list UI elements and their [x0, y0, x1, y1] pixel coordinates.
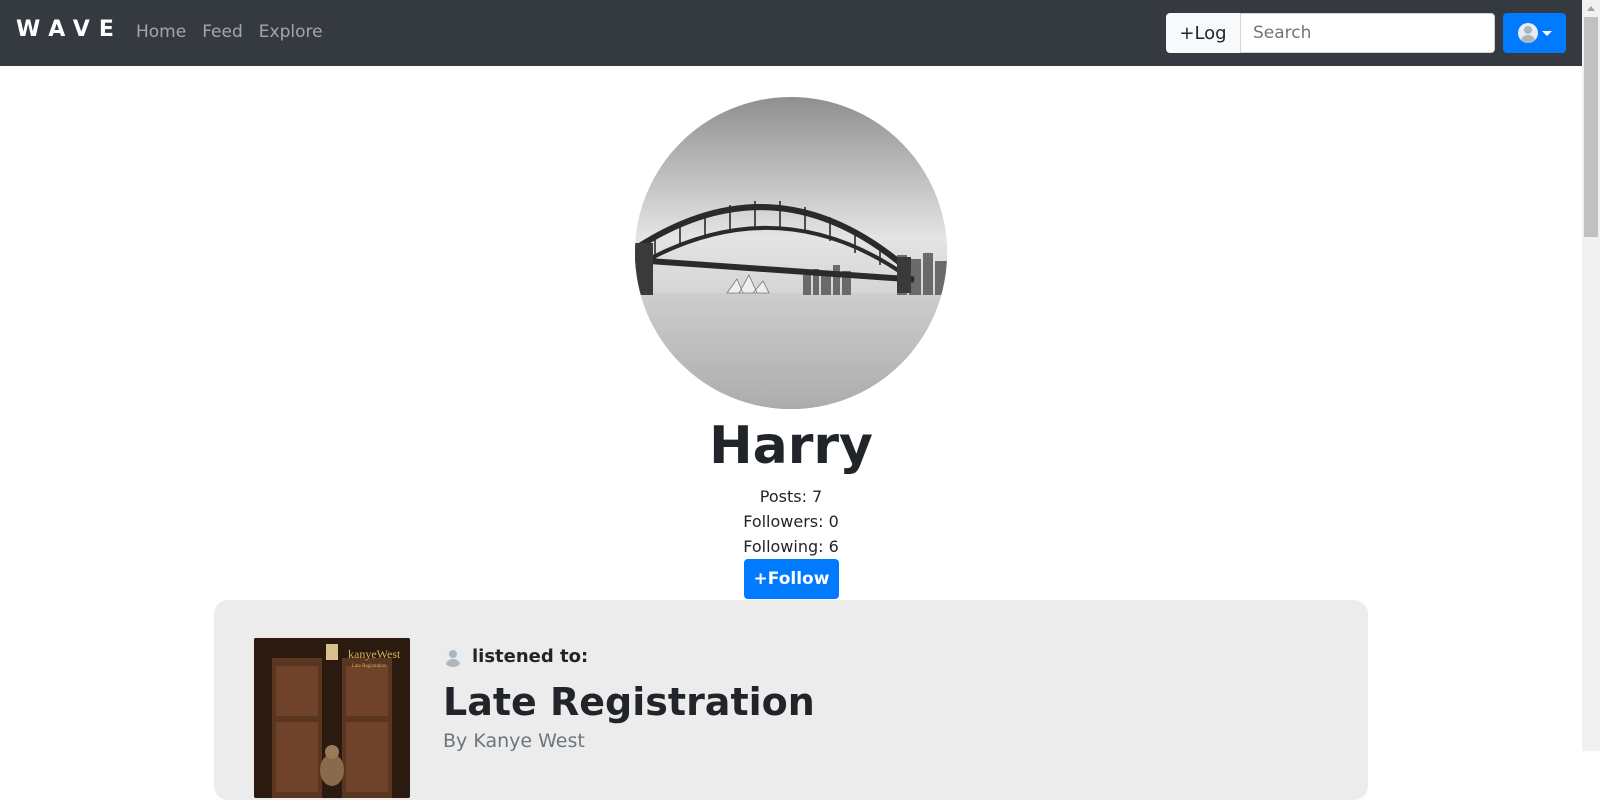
following-count: Following: 6 [743, 537, 839, 556]
brand-logo[interactable]: WAVE [16, 17, 123, 42]
nav-link-home[interactable]: Home [136, 22, 186, 42]
chevron-down-icon [1541, 30, 1552, 36]
user-avatar-icon [1517, 23, 1538, 43]
scroll-up-arrow-icon[interactable] [1587, 6, 1595, 11]
follow-button[interactable]: +Follow [744, 559, 839, 599]
album-cover[interactable]: kanyeWest Late Registration [254, 638, 410, 798]
album-cover-art: kanyeWest Late Registration [254, 638, 410, 798]
post-action-text: listened to: [472, 646, 589, 667]
search-input[interactable] [1240, 13, 1495, 53]
profile-avatar [635, 97, 947, 409]
followers-count: Followers: 0 [743, 512, 839, 531]
album-title[interactable]: Late Registration [443, 680, 815, 724]
log-button[interactable]: +Log [1166, 13, 1240, 53]
poster-avatar-icon[interactable] [443, 647, 463, 667]
nav-link-explore[interactable]: Explore [259, 22, 323, 42]
scrollbar-thumb[interactable] [1584, 17, 1598, 237]
nav-link-feed[interactable]: Feed [202, 22, 243, 42]
user-menu-button[interactable] [1503, 13, 1566, 53]
page-scrollbar[interactable] [1582, 0, 1600, 751]
top-navbar: WAVE Home Feed Explore +Log [0, 0, 1582, 66]
bridge-photo [635, 97, 947, 409]
cover-album-text: Late Registration [352, 664, 387, 669]
posts-count: Posts: 7 [759, 487, 823, 506]
profile-username: Harry [709, 416, 873, 476]
nav-links: Home Feed Explore [136, 22, 323, 42]
album-artist: By Kanye West [443, 730, 585, 752]
cover-artist-text: kanyeWest [348, 647, 401, 661]
